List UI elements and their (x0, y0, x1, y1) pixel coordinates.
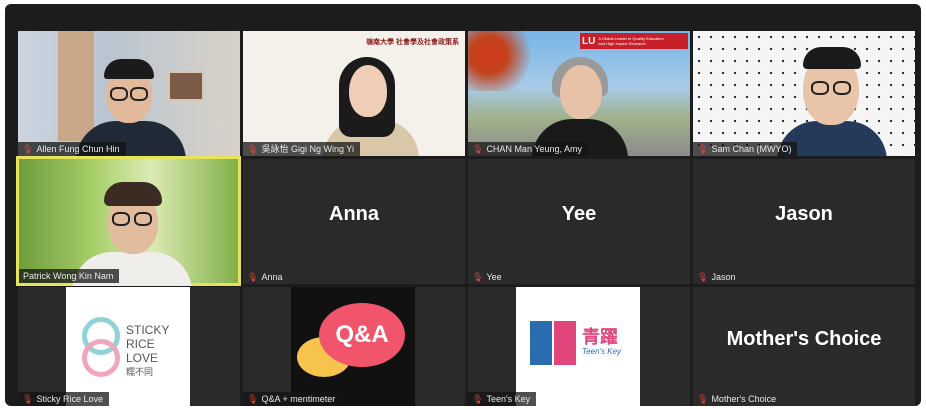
mic-muted-icon: 🎙 (697, 144, 709, 154)
participant-tile-4[interactable]: 🎙 Sam Chan (MWYO) (693, 31, 915, 156)
mic-muted-icon: 🎙 (247, 272, 259, 282)
participant-display-name: Anna (329, 203, 379, 225)
teens-key-logo: 青躍 Teen's Key (516, 287, 640, 406)
participant-tile-8[interactable]: Jason 🎙 Jason (693, 159, 915, 284)
participant-name-label: 🎙 Sam Chan (MWYO) (693, 142, 798, 156)
mic-muted-icon: 🎙 (697, 394, 709, 404)
glasses-icon (112, 212, 130, 226)
participant-head (349, 65, 387, 117)
participant-name-label: 🎙 CHAN Man Yeung, Amy (468, 142, 588, 156)
mic-muted-icon: 🎙 (247, 144, 259, 154)
wall-picture (168, 71, 204, 101)
mic-muted-icon: 🎙 (22, 144, 34, 154)
participant-name-label: Patrick Wong Kin Nam (19, 269, 120, 283)
glasses-icon (130, 87, 148, 101)
mic-muted-icon: 🎙 (472, 394, 484, 404)
participant-name-label: 🎙 Anna (247, 272, 283, 282)
flame-tree (468, 31, 538, 91)
participant-display-name: Mother's Choice (726, 328, 882, 350)
participant-name-label: 🎙 Q&A + mentimeter (243, 392, 342, 406)
mic-muted-icon: 🎙 (472, 272, 484, 282)
glasses-icon (134, 212, 152, 226)
participant-hair (104, 182, 162, 206)
sticky-rice-love-logo: STICKY RICE LOVE 糯不同 (66, 287, 190, 406)
participant-name-label: 🎙 Yee (472, 272, 502, 282)
participant-tile-3[interactable]: LU A Global Leader in Quality Education … (468, 31, 690, 156)
participant-display-name: Jason (775, 203, 833, 225)
speech-bubble-pink-icon: Q&A (319, 303, 405, 367)
virtual-background-banner: 嶺南大學 社會學及社會政策系 (366, 39, 459, 46)
participant-name-label: 🎙 Teen's Key (468, 392, 537, 406)
participant-tile-12[interactable]: Mother's Choice 🎙 Mother's Choice (693, 287, 915, 406)
participant-tile-9[interactable]: STICKY RICE LOVE 糯不同 🎙 Sticky Rice Love (18, 287, 240, 406)
qa-logo: Q&A (291, 287, 415, 406)
key-icon (554, 321, 576, 365)
meeting-gallery-view: 🎙 Allen Fung Chun Hin 嶺南大學 社會學及社會政策系 🎙 吳… (5, 4, 921, 406)
glasses-icon (833, 81, 851, 95)
glasses-icon (110, 87, 128, 101)
mic-muted-icon: 🎙 (472, 144, 484, 154)
participant-tile-11[interactable]: 青躍 Teen's Key 🎙 Teen's Key (468, 287, 690, 406)
mic-muted-icon: 🎙 (22, 394, 34, 404)
participant-tile-5-active-speaker[interactable]: Patrick Wong Kin Nam (16, 156, 241, 286)
participant-name-label: 🎙 Sticky Rice Love (18, 392, 109, 406)
virtual-background-banner: LU A Global Leader in Quality Education … (580, 33, 688, 49)
logo-ring-bottom (82, 339, 120, 377)
participant-tile-7[interactable]: Yee 🎙 Yee (468, 159, 690, 284)
curtain (58, 31, 94, 141)
participant-tile-6[interactable]: Anna 🎙 Anna (243, 159, 465, 284)
mic-muted-icon: 🎙 (247, 394, 259, 404)
participant-tile-1[interactable]: 🎙 Allen Fung Chun Hin (18, 31, 240, 156)
glasses-icon (811, 81, 829, 95)
participant-name-label: 🎙 吳詠怡 Gigi Ng Wing Yi (243, 142, 360, 156)
participant-hair (803, 47, 861, 69)
participant-display-name: Yee (561, 203, 597, 225)
participant-name-label: 🎙 Allen Fung Chun Hin (18, 142, 126, 156)
participant-head (560, 65, 602, 119)
participant-name-label: 🎙 Mother's Choice (697, 394, 777, 404)
mic-muted-icon: 🎙 (697, 272, 709, 282)
participant-tile-10[interactable]: Q&A 🎙 Q&A + mentimeter (243, 287, 465, 406)
door-icon (530, 321, 552, 365)
participant-hair (104, 59, 154, 79)
participant-name-label: 🎙 Jason (697, 272, 736, 282)
participant-tile-2[interactable]: 嶺南大學 社會學及社會政策系 🎙 吳詠怡 Gigi Ng Wing Yi (243, 31, 465, 156)
